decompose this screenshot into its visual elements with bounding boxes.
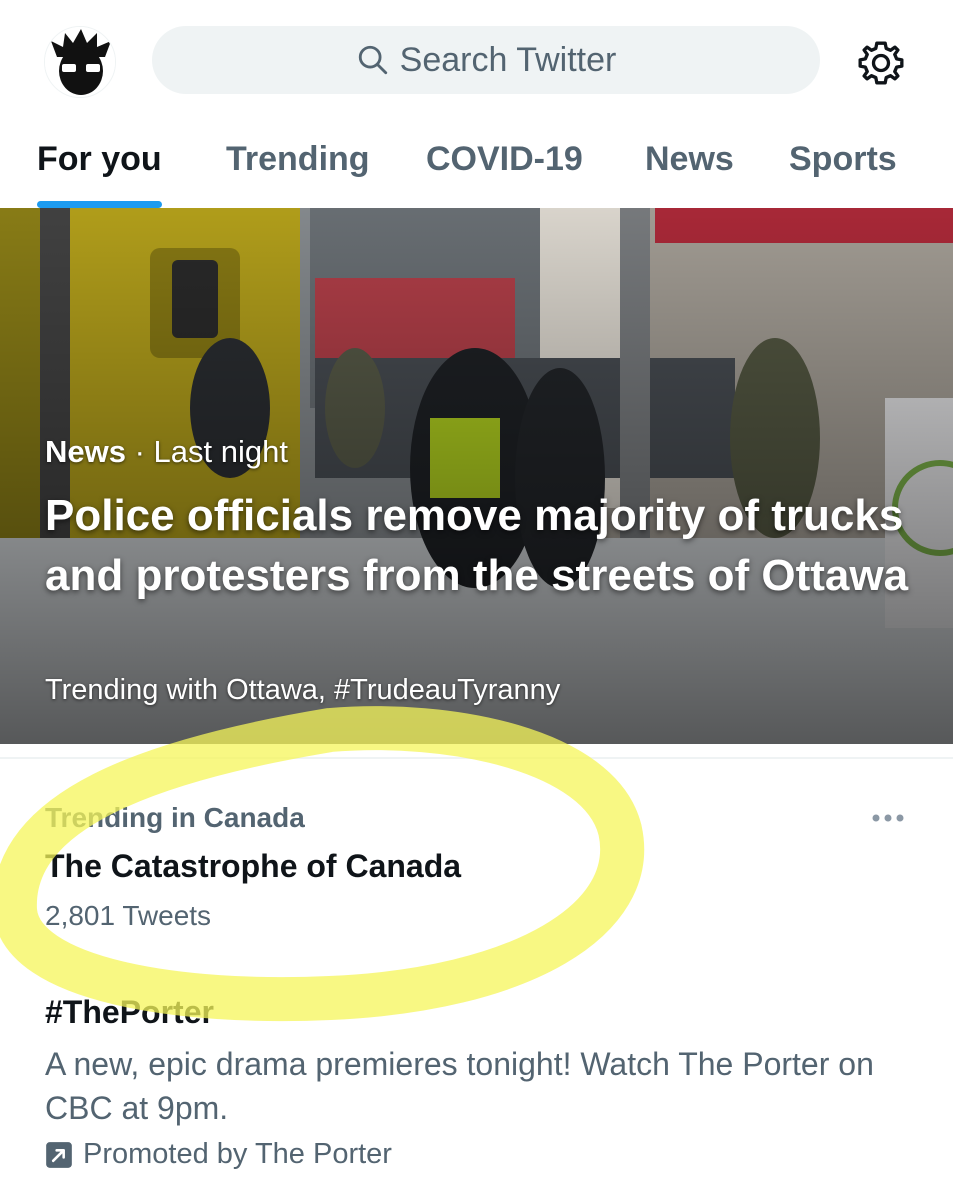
hero-news-card[interactable]: News · Last night Police officials remov… [0,208,953,744]
hero-source: News [45,434,126,469]
section-divider [0,757,953,759]
hero-time: Last night [153,434,288,469]
search-input[interactable]: Search Twitter [152,26,820,94]
active-tab-indicator [37,201,162,208]
promoted-by-row: Promoted by The Porter [45,1138,925,1171]
trend-tweet-count: 2,801 Tweets [45,900,212,931]
search-icon [358,45,387,75]
hero-meta: News · Last night [45,434,288,470]
tab-trending[interactable]: Trending [226,140,370,179]
more-icon[interactable] [870,812,906,824]
trend-name-row: The Catastrophe of Canada [45,848,925,885]
tab-covid-19[interactable]: COVID-19 [426,140,583,179]
trend-name[interactable]: The Catastrophe of Canada [45,848,925,885]
search-placeholder: Search Twitter [399,40,617,79]
hero-separator: · [125,434,154,469]
trend-context: Trending in Canada [45,802,305,833]
promoted-by-label: Promoted by The Porter [83,1138,392,1170]
avatar-icon [45,27,115,97]
promoted-name[interactable]: #ThePorter [45,994,925,1031]
promoted-icon [46,1141,72,1168]
tab-news[interactable]: News [645,140,734,179]
top-bar: Search Twitter [0,0,953,120]
explore-tabs: For you Trending COVID-19 News Sports [0,120,953,208]
promoted-by: Promoted by The Porter [45,1138,925,1171]
tab-for-you[interactable]: For you [37,140,162,179]
hero-headline[interactable]: Police officials remove majority of truc… [45,486,925,606]
avatar[interactable] [44,26,116,98]
trend-item[interactable]: Trending in Canada [45,802,925,834]
trend-count-row: 2,801 Tweets [45,900,925,932]
tab-sports[interactable]: Sports [789,140,897,179]
gear-icon[interactable] [856,38,906,88]
promoted-description-row: A new, epic drama premieres tonight! Wat… [45,1042,925,1130]
hero-image [0,208,953,744]
promoted-name-row: #ThePorter [45,994,925,1031]
hero-trending-with: Trending with Ottawa, #TrudeauTyranny [45,674,561,706]
promoted-description: A new, epic drama premieres tonight! Wat… [45,1046,874,1126]
